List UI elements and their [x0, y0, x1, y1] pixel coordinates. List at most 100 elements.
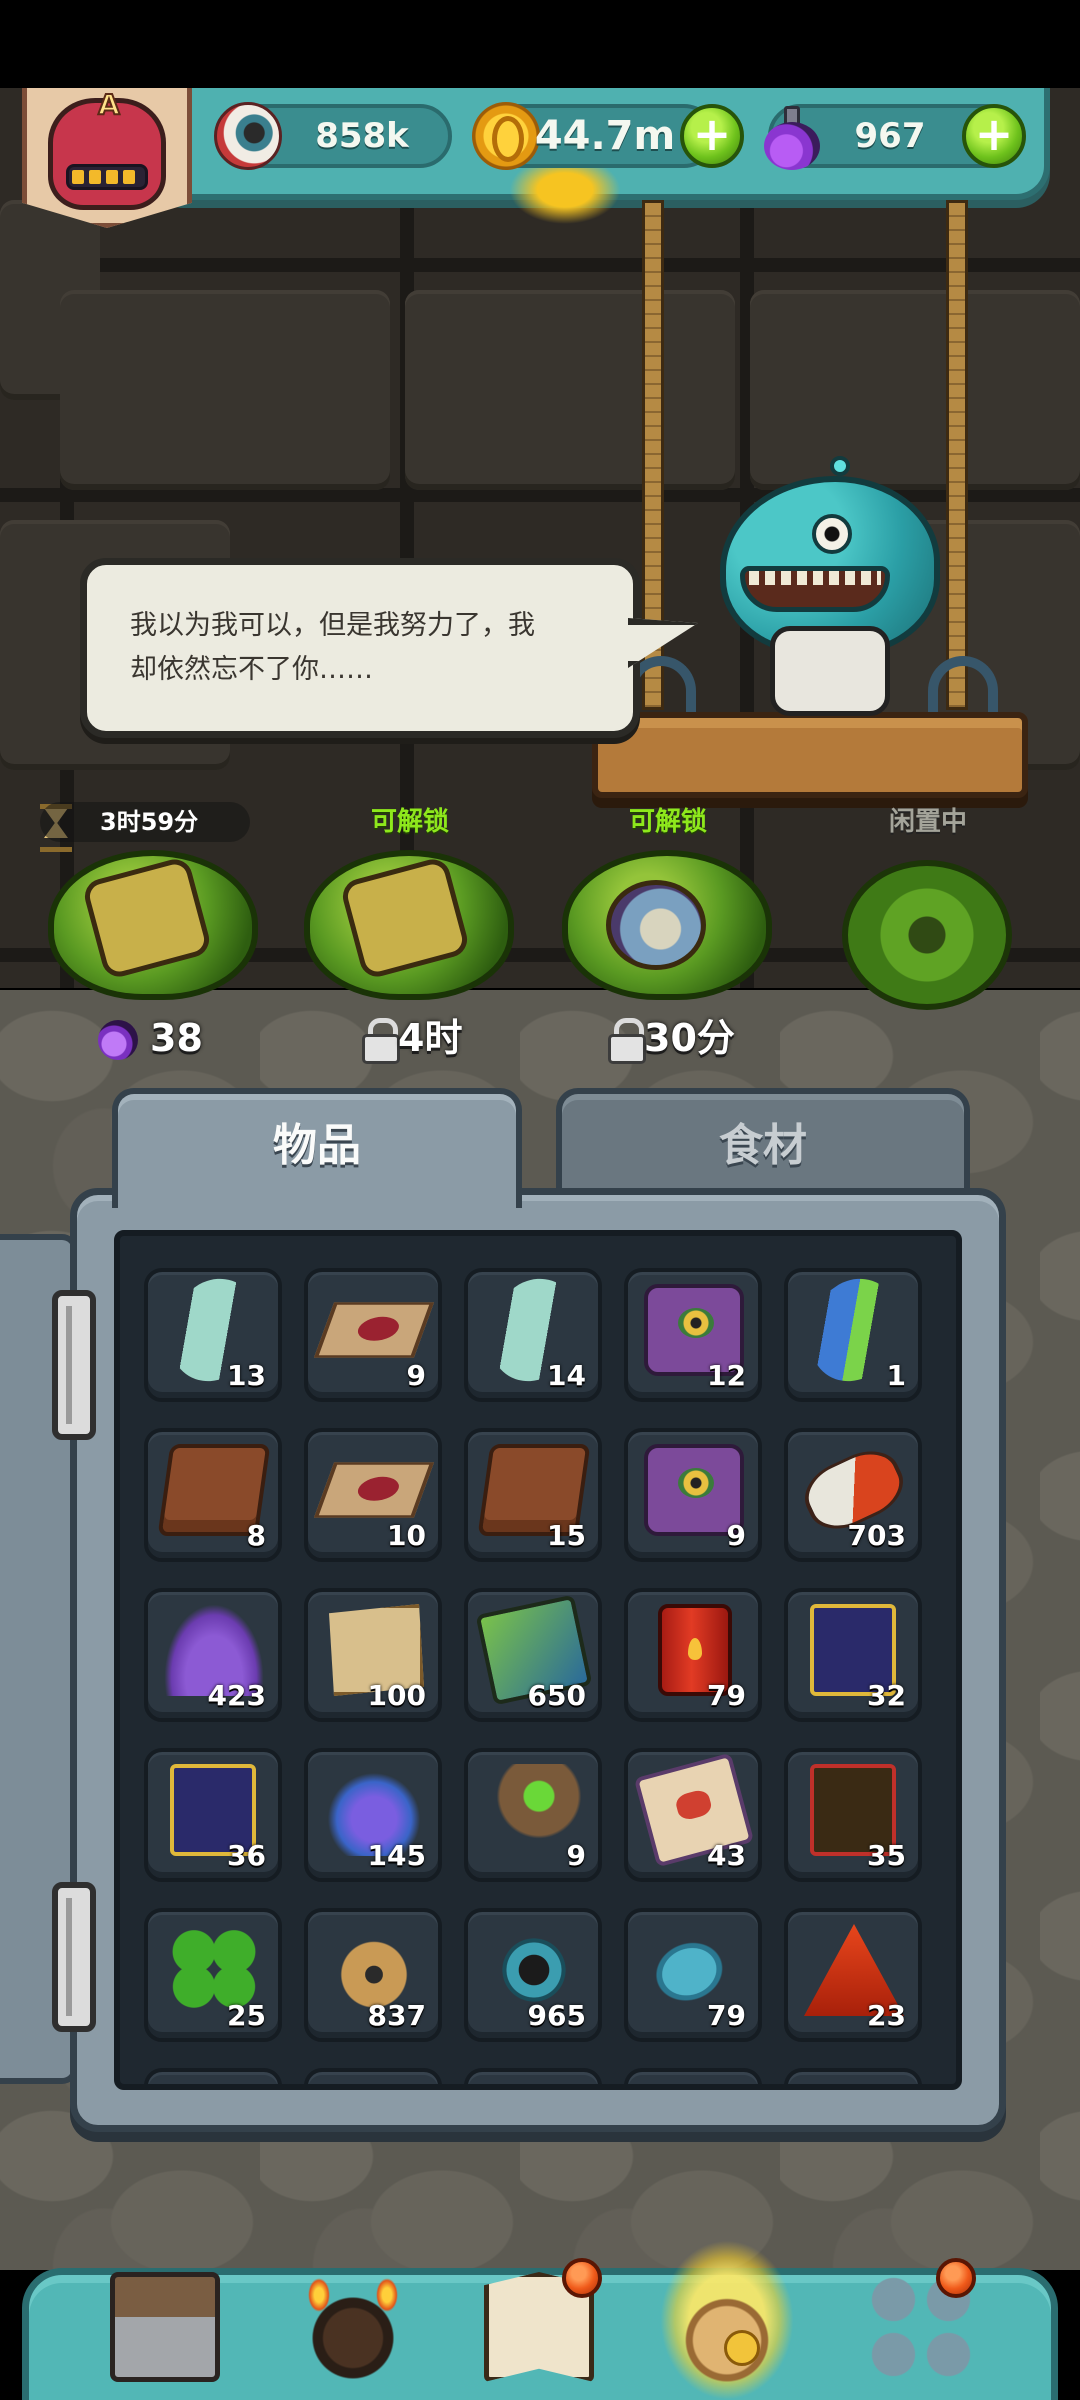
inventory-slot[interactable]: 145 [304, 1748, 442, 1882]
bag-icon [672, 2272, 782, 2382]
inventory-slot[interactable]: 43 [624, 1748, 762, 1882]
inventory-slot[interactable]: 9 [624, 1428, 762, 1562]
slot-2-status: 可解锁 [370, 807, 449, 837]
item-quantity: 15 [547, 1519, 586, 1552]
forge-icon [298, 2272, 408, 2382]
inventory-slot[interactable]: 32 [784, 1588, 922, 1722]
slime-slot-4-empty[interactable] [842, 860, 1012, 1010]
inventory-slot[interactable]: 79 [624, 1908, 762, 2042]
inventory-slot[interactable] [784, 2068, 922, 2084]
item-quantity: 13 [227, 1359, 266, 1392]
potion-amount: 967 [854, 116, 926, 156]
buy-coins-button[interactable]: + [680, 104, 744, 168]
item-quantity: 23 [867, 1999, 906, 2032]
item-quantity: 965 [527, 1999, 586, 2032]
inventory-slot[interactable] [144, 2068, 282, 2084]
inventory-slot[interactable]: 9 [464, 1748, 602, 1882]
wall-brick [750, 290, 1080, 490]
dialogue-line: 我以为我可以，但是我努力了，我 [130, 610, 535, 641]
wall-brick [405, 290, 735, 490]
inventory-slot[interactable]: 36 [144, 1748, 282, 1882]
eyeball-amount: 858k [315, 116, 409, 156]
item-quantity: 703 [847, 1519, 906, 1552]
item-quantity: 32 [867, 1679, 906, 1712]
lock-icon [362, 1018, 400, 1064]
panel-hinge [52, 1290, 96, 1440]
inventory-slot[interactable]: 650 [464, 1588, 602, 1722]
item-quantity: 100 [367, 1679, 426, 1712]
eyeball-icon [214, 102, 282, 170]
swing-seat [592, 712, 1028, 798]
item-quantity: 145 [367, 1839, 426, 1872]
inventory-slot[interactable]: 15 [464, 1428, 602, 1562]
avatar-level-bar [66, 164, 148, 190]
item-quantity: 423 [207, 1679, 266, 1712]
inventory-slot[interactable]: 1 [784, 1263, 922, 1402]
slot-4-status: 闲置中 [888, 807, 967, 837]
slot-2-unlock-time: 4时 [398, 1016, 463, 1060]
inventory-slot[interactable]: 25 [144, 1908, 282, 2042]
notification-dot [562, 2258, 602, 2298]
item-quantity: 25 [227, 1999, 266, 2032]
lock-icon [608, 1018, 646, 1064]
potion-icon [98, 1020, 138, 1060]
inventory-slot[interactable] [304, 2068, 442, 2084]
inventory-slot[interactable]: 8 [144, 1428, 282, 1562]
avatar-badge-letter: A [97, 87, 121, 122]
inventory-slot[interactable]: 12 [624, 1268, 762, 1402]
slot-3-contents [606, 880, 706, 970]
inventory-slot[interactable]: 23 [784, 1908, 922, 2042]
monster-lure [830, 456, 850, 476]
inventory-slot[interactable]: 35 [784, 1748, 922, 1882]
monster-body [770, 626, 890, 716]
item-quantity: 650 [527, 1679, 586, 1712]
inventory-slot[interactable]: 423 [144, 1588, 282, 1722]
anglerfish-monster[interactable] [700, 456, 960, 716]
inventory-slot[interactable]: 13 [144, 1263, 282, 1402]
item-quantity: 79 [707, 1679, 746, 1712]
item-quantity: 36 [227, 1839, 266, 1872]
treasure-cloth-icon [313, 1462, 435, 1518]
treasure-cloth-icon [313, 1302, 435, 1358]
inventory-slot[interactable]: 965 [464, 1908, 602, 2042]
item-quantity: 12 [707, 1359, 746, 1392]
item-quantity: 9 [566, 1839, 586, 1872]
tab-items-label: 物品 [273, 1120, 361, 1171]
slot-1-timer: 3时59分 [40, 802, 250, 842]
status-bar [0, 0, 1080, 88]
inventory-slot[interactable]: 703 [784, 1428, 922, 1562]
wall-brick [60, 290, 390, 490]
nav-forge-button[interactable] [288, 2262, 418, 2392]
coin-amount: 44.7m [534, 113, 676, 159]
item-quantity: 837 [367, 1999, 426, 2032]
item-quantity: 8 [246, 1519, 266, 1552]
item-quantity: 14 [547, 1359, 586, 1392]
inventory-slot[interactable] [624, 2068, 762, 2084]
inventory-slot[interactable]: 100 [304, 1588, 442, 1722]
inventory-slot[interactable] [464, 2068, 602, 2084]
tab-food-label: 食材 [719, 1120, 807, 1171]
item-quantity: 9 [406, 1359, 426, 1392]
dialogue-text: 我以为我可以，但是我努力了，我 却依然忘不了你…… [130, 604, 590, 692]
item-quantity: 10 [387, 1519, 426, 1552]
slot-3-status: 可解锁 [628, 807, 707, 837]
inventory-slot[interactable]: 837 [304, 1908, 442, 2042]
inventory-slot[interactable]: 9 [304, 1268, 442, 1402]
item-quantity: 79 [707, 1999, 746, 2032]
panel-hinge [52, 1882, 96, 2032]
shop-icon [110, 2272, 220, 2382]
item-quantity: 1 [886, 1359, 906, 1392]
item-quantity: 35 [867, 1839, 906, 1872]
slot-3-unlock-time: 30分 [644, 1016, 735, 1060]
nav-shop-button[interactable] [100, 2262, 230, 2392]
inventory-slot[interactable]: 79 [624, 1588, 762, 1722]
monster-mouth [740, 566, 890, 612]
item-quantity: 9 [726, 1519, 746, 1552]
inventory-grid-container[interactable]: 13 9 14 12 1 8 10 15 9 703 423 100 650 79 32 36 145 9 43 35… [114, 1230, 962, 2090]
item-quantity: 43 [707, 1839, 746, 1872]
inventory-slot[interactable]: 14 [464, 1263, 602, 1402]
monster-eye [812, 514, 852, 554]
buy-potions-button[interactable]: + [962, 104, 1026, 168]
nav-bag-button[interactable] [662, 2262, 792, 2392]
inventory-slot[interactable]: 10 [304, 1428, 442, 1562]
